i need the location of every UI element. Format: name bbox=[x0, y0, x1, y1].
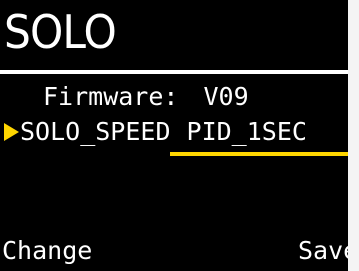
change-button[interactable]: Change bbox=[2, 236, 92, 266]
solo-speed-value[interactable]: PID_1SEC bbox=[187, 117, 307, 147]
selected-value-underline bbox=[170, 152, 348, 156]
title-divider bbox=[0, 70, 348, 74]
firmware-value: V09 bbox=[203, 82, 249, 111]
firmware-label: Firmware: bbox=[43, 82, 179, 111]
solo-speed-row[interactable]: SOLO_SPEED PID_1SEC bbox=[0, 117, 307, 147]
triangle-right-icon bbox=[4, 123, 19, 141]
firmware-row: Firmware: V09 bbox=[0, 82, 249, 112]
solo-speed-label: SOLO_SPEED bbox=[20, 117, 171, 146]
save-button[interactable]: Save bbox=[298, 236, 348, 266]
screen-title: SOLO bbox=[4, 5, 117, 59]
device-screen: SOLO Firmware: V09 SOLO_SPEED PID_1SEC C… bbox=[0, 0, 348, 271]
